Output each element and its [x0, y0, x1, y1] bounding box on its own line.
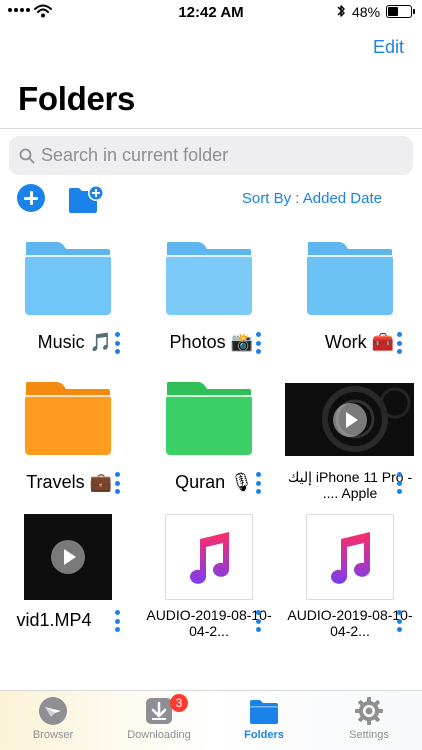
- folder-icon: [166, 382, 252, 455]
- search-icon: [19, 148, 35, 163]
- folder-icon: [250, 700, 278, 724]
- grid-item[interactable]: Work 🧰: [282, 236, 422, 376]
- sort-button[interactable]: Sort By : Added Date: [242, 190, 382, 207]
- page-title: Folders: [18, 80, 136, 117]
- video-preview: [285, 383, 414, 456]
- plus-circle-icon[interactable]: [17, 184, 45, 212]
- folder-thumbnail[interactable]: [165, 236, 253, 322]
- folder-thumbnail[interactable]: [24, 236, 112, 322]
- grid-item[interactable]: AUDIO-2019-08-10-04-2...: [282, 514, 422, 654]
- tab-label: Browser: [32, 729, 74, 741]
- item-label: Travels 💼: [26, 472, 112, 492]
- edit-button[interactable]: Edit: [373, 37, 404, 58]
- tab-label: Settings: [349, 729, 389, 741]
- grid-item[interactable]: vid1.MP4: [0, 514, 141, 654]
- music-note-graphic: [331, 532, 370, 584]
- more-options-icon[interactable]: [397, 610, 403, 632]
- more-options-icon[interactable]: [115, 472, 121, 494]
- audio-thumbnail[interactable]: [306, 514, 394, 600]
- folder-thumbnail[interactable]: [24, 376, 112, 462]
- gear-icon: [355, 697, 383, 725]
- header-divider: [0, 128, 422, 129]
- play-icon: [51, 540, 85, 574]
- tab-label: Downloading: [127, 729, 191, 741]
- more-options-icon[interactable]: [397, 332, 403, 354]
- item-label: Music 🎵: [37, 332, 112, 352]
- grid-item[interactable]: إليك iPhone 11 Pro - .... Apple: [282, 376, 422, 516]
- audio-thumbnail[interactable]: [165, 514, 253, 600]
- more-options-icon[interactable]: [397, 472, 403, 494]
- battery-icon: [386, 5, 415, 18]
- folder-thumbnail[interactable]: [306, 236, 394, 322]
- bluetooth-icon: [337, 5, 345, 17]
- more-options-icon[interactable]: [115, 610, 121, 632]
- grid-item[interactable]: AUDIO-2019-08-10-04-2...: [141, 514, 282, 654]
- battery-percent: 48%: [352, 4, 381, 20]
- video-thumbnail[interactable]: [24, 514, 112, 600]
- folder-icon: [25, 382, 111, 455]
- tab-settings[interactable]: Settings: [316, 691, 422, 750]
- download-badge: 3: [170, 694, 188, 712]
- video-preview: [24, 514, 112, 600]
- folder-thumbnail[interactable]: [165, 376, 253, 462]
- tab-label: Folders: [244, 729, 284, 741]
- play-icon: [332, 402, 367, 437]
- more-options-icon[interactable]: [256, 332, 262, 354]
- folder-icon: [307, 242, 393, 315]
- folder-icon: [166, 242, 252, 315]
- item-label: vid1.MP4: [16, 610, 92, 630]
- grid-item[interactable]: Quran 🎙: [141, 376, 282, 516]
- folder-icon: [25, 242, 111, 315]
- tab-downloading[interactable]: 3 Downloading: [106, 691, 212, 750]
- search-field[interactable]: [9, 136, 413, 175]
- status-bar: 12:42 AM 48%: [0, 0, 422, 26]
- item-label: Quran 🎙: [175, 472, 253, 492]
- grid-item[interactable]: Travels 💼: [0, 376, 141, 516]
- music-note-icon: [165, 514, 253, 600]
- more-options-icon[interactable]: [256, 472, 262, 494]
- music-note-graphic: [190, 532, 229, 584]
- music-note-icon: [306, 514, 394, 600]
- tab-browser[interactable]: Browser: [0, 691, 106, 750]
- item-label: Work 🧰: [324, 332, 394, 352]
- compass-icon: [39, 697, 67, 725]
- tab-folders[interactable]: Folders: [211, 691, 317, 750]
- more-options-icon[interactable]: [115, 332, 121, 354]
- more-options-icon[interactable]: [256, 610, 262, 632]
- search-input[interactable]: [41, 145, 401, 166]
- item-label: Photos 📸: [169, 332, 253, 352]
- grid-item[interactable]: Photos 📸: [141, 236, 282, 376]
- folder-plus-icon[interactable]: [68, 184, 104, 214]
- video-thumbnail[interactable]: [285, 383, 414, 456]
- tab-bar: Browser 3 Downloading Folders Settings: [0, 690, 422, 750]
- grid-item[interactable]: Music 🎵: [0, 236, 141, 376]
